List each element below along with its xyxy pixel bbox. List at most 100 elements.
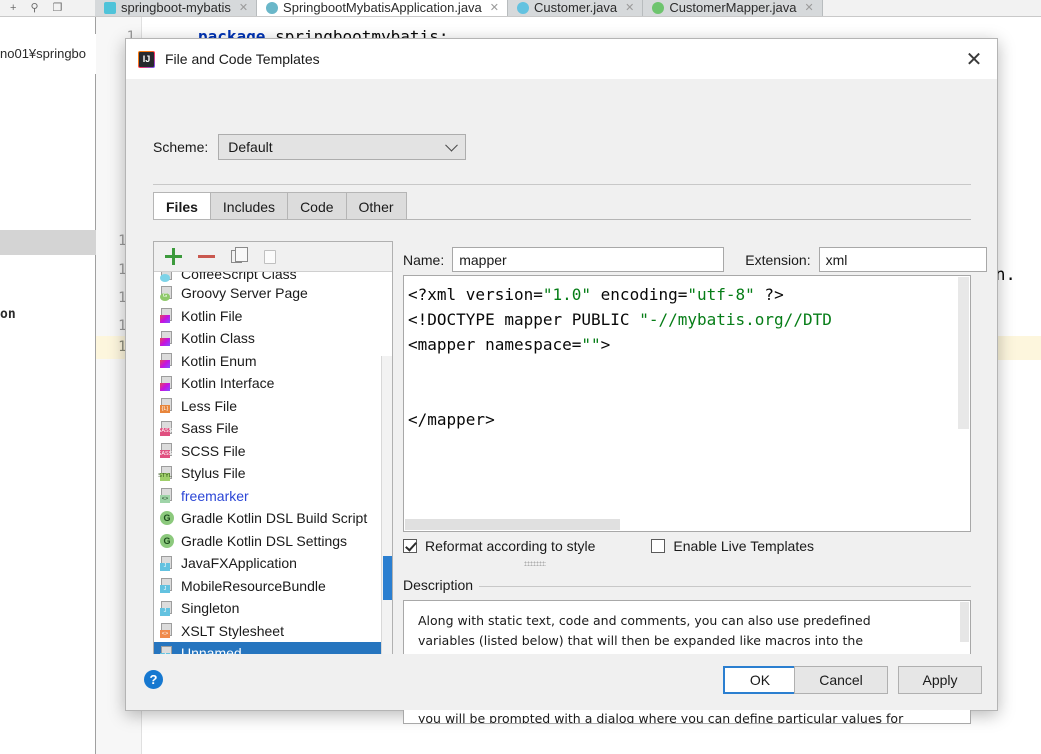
code-line: <!DOCTYPE mapper PUBLIC "-//mybatis.org/…: [408, 307, 957, 332]
editor-tab-label: SpringbootMybatisApplication.java: [283, 0, 482, 15]
list-item-label: JavaFXApplication: [181, 555, 297, 571]
reformat-according-to-style-checkbox[interactable]: Reformat according to style: [403, 538, 595, 554]
template-code-content: <?xml version="1.0" encoding="utf-8" ?> …: [404, 276, 957, 518]
template-code-editor[interactable]: <?xml version="1.0" encoding="utf-8" ?> …: [403, 275, 971, 532]
list-item[interactable]: <> XSLT Stylesheet: [154, 620, 392, 643]
list-item[interactable]: SASS SCSS File: [154, 440, 392, 463]
copy-icon[interactable]: [231, 248, 248, 265]
list-item[interactable]: G Gradle Kotlin DSL Settings: [154, 530, 392, 553]
close-icon[interactable]: ✕: [239, 1, 248, 14]
tabs-underline: [153, 219, 971, 220]
spring-class-icon: [266, 2, 278, 14]
kotlin-file-icon: [160, 353, 174, 368]
scrollbar-thumb[interactable]: [958, 277, 969, 429]
list-item[interactable]: CoffeeScript Class: [154, 272, 392, 282]
close-icon[interactable]: ✕: [490, 1, 499, 14]
tab-code[interactable]: Code: [287, 192, 346, 220]
splitter-grip[interactable]: [524, 561, 546, 566]
groovy-file-icon: G: [160, 286, 174, 301]
name-input[interactable]: mapper: [452, 247, 724, 272]
scheme-dropdown[interactable]: Default: [218, 134, 466, 160]
editor-vertical-scrollbar[interactable]: [957, 276, 970, 518]
code-line-empty: [408, 382, 957, 407]
checkbox-indicator: [651, 539, 665, 553]
code-line: </mapper>: [408, 407, 957, 432]
tab-other[interactable]: Other: [346, 192, 407, 220]
stylus-file-icon: STYL: [160, 466, 174, 481]
list-item[interactable]: Kotlin Interface: [154, 372, 392, 395]
less-file-icon: {L}: [160, 398, 174, 413]
list-item[interactable]: G Groovy Server Page: [154, 282, 392, 305]
gradle-icon: G: [160, 534, 174, 548]
scss-file-icon: SASS: [160, 443, 174, 458]
editor-tab-customer-mapper[interactable]: CustomerMapper.java ✕: [643, 0, 822, 16]
list-item[interactable]: Kotlin Enum: [154, 350, 392, 373]
dialog-title-bar: File and Code Templates: [126, 39, 997, 79]
kotlin-file-icon: [160, 308, 174, 323]
template-list[interactable]: CoffeeScript Class G Groovy Server Page …: [154, 272, 392, 690]
scheme-row: Scheme: Default: [153, 134, 466, 160]
minus-icon[interactable]: [198, 248, 215, 265]
description-group-title: Description: [403, 577, 479, 593]
list-item-label: Stylus File: [181, 465, 246, 481]
list-item[interactable]: J MobileResourceBundle: [154, 575, 392, 598]
list-item-freemarker[interactable]: <> freemarker: [154, 485, 392, 508]
coffeescript-file-icon: [160, 272, 174, 282]
editor-tab-label: CustomerMapper.java: [669, 0, 796, 15]
close-icon[interactable]: ✕: [625, 1, 634, 14]
list-item[interactable]: G Gradle Kotlin DSL Build Script: [154, 507, 392, 530]
scrollbar-thumb[interactable]: [405, 519, 620, 530]
editor-tab-label: springboot-mybatis: [121, 0, 231, 15]
scrollbar-thumb[interactable]: [383, 556, 392, 600]
tab-includes[interactable]: Includes: [210, 192, 288, 220]
list-item[interactable]: Kotlin Class: [154, 327, 392, 350]
ok-button[interactable]: OK: [723, 666, 797, 694]
maven-icon: [104, 2, 116, 14]
gradle-icon: G: [160, 511, 174, 525]
list-item[interactable]: J JavaFXApplication: [154, 552, 392, 575]
description-group-line: [476, 586, 971, 587]
freemarker-file-icon: <>: [160, 488, 174, 503]
java-file-icon: J: [160, 601, 174, 616]
java-class-icon: [517, 2, 529, 14]
template-list-toolbar: [154, 242, 392, 272]
enable-live-templates-checkbox[interactable]: Enable Live Templates: [651, 538, 814, 554]
project-tree-selected-row[interactable]: [0, 230, 96, 255]
plus-icon[interactable]: [165, 248, 182, 265]
kotlin-file-icon: [160, 331, 174, 346]
checkbox-label: Enable Live Templates: [673, 538, 814, 554]
tab-files[interactable]: Files: [153, 192, 211, 220]
name-extension-row: Name: mapper Extension: xml: [403, 247, 987, 272]
list-item[interactable]: SASS Sass File: [154, 417, 392, 440]
checkbox-indicator: [403, 539, 417, 553]
close-icon[interactable]: ✕: [804, 1, 813, 14]
editor-tab-springboot-application[interactable]: SpringbootMybatisApplication.java ✕: [257, 0, 508, 16]
list-item[interactable]: STYL Stylus File: [154, 462, 392, 485]
list-item[interactable]: J Singleton: [154, 597, 392, 620]
help-button[interactable]: ?: [144, 670, 163, 689]
cancel-button[interactable]: Cancel: [794, 666, 888, 694]
add-icon: +: [10, 2, 16, 14]
apply-button[interactable]: Apply: [898, 666, 982, 694]
editor-tab-maven[interactable]: springboot-mybatis ✕: [95, 0, 257, 16]
java-interface-icon: [652, 2, 664, 14]
list-item-label: CoffeeScript Class: [181, 272, 297, 282]
list-item-label: Groovy Server Page: [181, 285, 308, 301]
template-list-panel: CoffeeScript Class G Groovy Server Page …: [153, 241, 393, 691]
editor-tab-customer[interactable]: Customer.java ✕: [508, 0, 643, 16]
list-item[interactable]: Kotlin File: [154, 305, 392, 328]
extension-input[interactable]: xml: [819, 247, 987, 272]
template-list-vertical-scrollbar[interactable]: [381, 356, 392, 690]
project-tool-window[interactable]: no01¥springbo on: [0, 17, 96, 754]
scrollbar-thumb[interactable]: [960, 602, 969, 642]
list-item[interactable]: {L} Less File: [154, 395, 392, 418]
list-item-label: SCSS File: [181, 443, 246, 459]
editor-horizontal-scrollbar[interactable]: [404, 518, 957, 531]
list-item-label: freemarker: [181, 488, 249, 504]
template-category-tabs: Files Includes Code Other: [153, 192, 406, 220]
project-tree-text-fragment: on: [0, 307, 16, 322]
chevron-down-icon: [445, 139, 458, 152]
code-line: <?xml version="1.0" encoding="utf-8" ?>: [408, 282, 957, 307]
dialog-title: File and Code Templates: [165, 51, 320, 67]
close-icon[interactable]: ✕: [951, 39, 997, 79]
